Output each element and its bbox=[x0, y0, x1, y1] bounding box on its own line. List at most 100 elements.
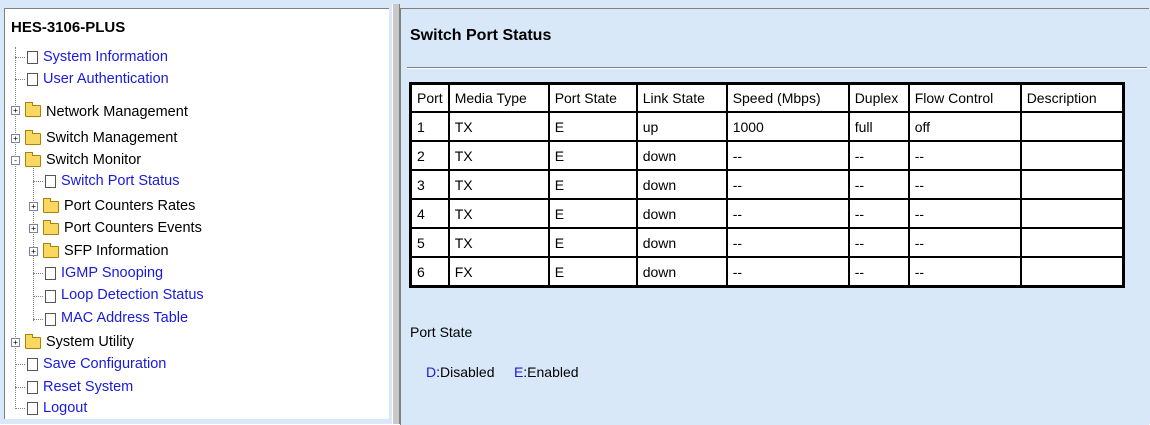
table-cell: 4 bbox=[411, 199, 449, 228]
sidebar-item-label[interactable]: Save Configuration bbox=[43, 356, 166, 372]
sidebar-item-igmp-snooping[interactable]: IGMP Snooping bbox=[61, 262, 163, 284]
expand-plus-icon[interactable]: + bbox=[11, 134, 20, 143]
table-cell bbox=[1020, 170, 1123, 199]
expand-plus-icon[interactable]: + bbox=[11, 338, 20, 347]
legend-disabled-code: D bbox=[426, 364, 437, 380]
sidebar-item-reset-system[interactable]: Reset System bbox=[43, 376, 133, 398]
sidebar-item-label[interactable]: Loop Detection Status bbox=[61, 287, 204, 303]
sidebar-item-label[interactable]: User Authentication bbox=[43, 71, 169, 87]
tree-connector bbox=[15, 57, 25, 58]
column-header: Port bbox=[411, 84, 449, 112]
table-cell: down bbox=[636, 228, 727, 257]
tree-connector bbox=[15, 408, 25, 409]
column-header: Port State bbox=[548, 84, 637, 112]
frame-splitter[interactable] bbox=[392, 4, 400, 424]
table-cell bbox=[1020, 228, 1123, 257]
table-cell bbox=[1020, 257, 1123, 286]
page-icon bbox=[27, 381, 38, 394]
table-cell: -- bbox=[726, 228, 849, 257]
expand-plus-icon[interactable]: + bbox=[29, 202, 38, 211]
tree-connector bbox=[15, 79, 25, 80]
table-cell: -- bbox=[848, 170, 909, 199]
sidebar-item-label[interactable]: Logout bbox=[43, 400, 87, 416]
table-cell: down bbox=[636, 170, 727, 199]
sidebar-item-port-counters-events[interactable]: Port Counters Events bbox=[64, 217, 202, 239]
sidebar-item-system-utility[interactable]: System Utility bbox=[46, 331, 134, 353]
table-cell: FX bbox=[448, 257, 549, 286]
table-cell: -- bbox=[848, 199, 909, 228]
sidebar-item-user-authentication[interactable]: User Authentication bbox=[43, 68, 169, 90]
sidebar-item-sfp-information[interactable]: SFP Information bbox=[64, 240, 169, 262]
collapse-minus-icon[interactable]: - bbox=[11, 156, 20, 165]
table-cell: TX bbox=[448, 112, 549, 141]
table-cell: 6 bbox=[411, 257, 449, 286]
column-header: Link State bbox=[636, 84, 727, 112]
tree-connector bbox=[15, 364, 25, 365]
sidebar-nav: HES-3106-PLUS System Information User Au… bbox=[4, 8, 389, 419]
open-folder-icon bbox=[25, 152, 41, 167]
table-cell: TX bbox=[448, 141, 549, 170]
table-cell: -- bbox=[726, 257, 849, 286]
table-cell: E bbox=[548, 199, 637, 228]
sidebar-item-system-information[interactable]: System Information bbox=[43, 46, 168, 68]
table-cell: -- bbox=[726, 199, 849, 228]
table-cell: 1 bbox=[411, 112, 449, 141]
page-icon bbox=[27, 358, 38, 371]
page-icon bbox=[45, 313, 56, 326]
table-cell: E bbox=[548, 170, 637, 199]
table-cell: TX bbox=[448, 170, 549, 199]
table-cell: E bbox=[548, 112, 637, 141]
table-cell: -- bbox=[908, 257, 1021, 286]
table-cell: down bbox=[636, 257, 727, 286]
nav-tree: System Information User Authentication +… bbox=[5, 9, 389, 419]
table-cell: TX bbox=[448, 199, 549, 228]
legend-title: Port State bbox=[410, 324, 473, 340]
table-row: 3 TX Edown -- -- -- bbox=[411, 170, 1123, 199]
table-cell: down bbox=[636, 199, 727, 228]
port-state-legend: D:Disabled E:Enabled bbox=[426, 364, 579, 380]
sidebar-item-save-configuration[interactable]: Save Configuration bbox=[43, 353, 166, 375]
sidebar-item-label[interactable]: Port Counters Rates bbox=[64, 198, 195, 214]
column-header: Flow Control bbox=[908, 84, 1021, 112]
sidebar-item-label[interactable]: Reset System bbox=[43, 379, 133, 395]
legend-disabled-text: :Disabled bbox=[436, 364, 495, 380]
tree-connector bbox=[33, 319, 43, 320]
table-cell: -- bbox=[726, 141, 849, 170]
sidebar-item-label[interactable]: SFP Information bbox=[64, 243, 169, 259]
column-header: Media Type bbox=[448, 84, 549, 112]
tree-connector bbox=[33, 296, 43, 297]
sidebar-item-loop-detection-status[interactable]: Loop Detection Status bbox=[61, 284, 204, 306]
browser-frame: HES-3106-PLUS System Information User Au… bbox=[0, 0, 1150, 425]
expand-plus-icon[interactable]: + bbox=[11, 106, 20, 115]
column-header: Speed (Mbps) bbox=[726, 84, 849, 112]
sidebar-item-label[interactable]: Switch Management bbox=[46, 130, 177, 146]
sidebar-item-label[interactable]: IGMP Snooping bbox=[61, 265, 163, 281]
sidebar-item-label[interactable]: MAC Address Table bbox=[61, 310, 188, 326]
expand-plus-icon[interactable]: + bbox=[29, 224, 38, 233]
table-row: 2 TX Edown -- -- -- bbox=[411, 141, 1123, 170]
sidebar-item-label[interactable]: Port Counters Events bbox=[64, 220, 202, 236]
sidebar-item-switch-monitor[interactable]: Switch Monitor bbox=[46, 149, 141, 171]
sidebar-item-label[interactable]: System Information bbox=[43, 49, 168, 65]
sidebar-item-logout[interactable]: Logout bbox=[43, 397, 87, 419]
sidebar-item-switch-management[interactable]: Switch Management bbox=[46, 127, 177, 149]
sidebar-item-switch-port-status[interactable]: Switch Port Status bbox=[61, 170, 179, 192]
table-cell: 3 bbox=[411, 170, 449, 199]
table-cell: -- bbox=[848, 228, 909, 257]
table-cell: -- bbox=[908, 228, 1021, 257]
sidebar-item-port-counters-rates[interactable]: Port Counters Rates bbox=[64, 195, 195, 217]
folder-icon bbox=[43, 198, 59, 213]
table-cell: -- bbox=[848, 257, 909, 286]
tree-connector bbox=[15, 47, 16, 407]
sidebar-item-network-management[interactable]: Network Management bbox=[46, 101, 188, 123]
table-cell: -- bbox=[726, 170, 849, 199]
sidebar-item-mac-address-table[interactable]: MAC Address Table bbox=[61, 307, 188, 329]
page-icon bbox=[27, 73, 38, 86]
sidebar-item-label[interactable]: Switch Monitor bbox=[46, 152, 141, 168]
expand-plus-icon[interactable]: + bbox=[29, 247, 38, 256]
sidebar-item-label[interactable]: Network Management bbox=[46, 104, 188, 120]
sidebar-item-label[interactable]: Switch Port Status bbox=[61, 173, 179, 189]
table-cell: E bbox=[548, 228, 637, 257]
tree-connector bbox=[33, 161, 34, 321]
sidebar-item-label[interactable]: System Utility bbox=[46, 334, 134, 350]
